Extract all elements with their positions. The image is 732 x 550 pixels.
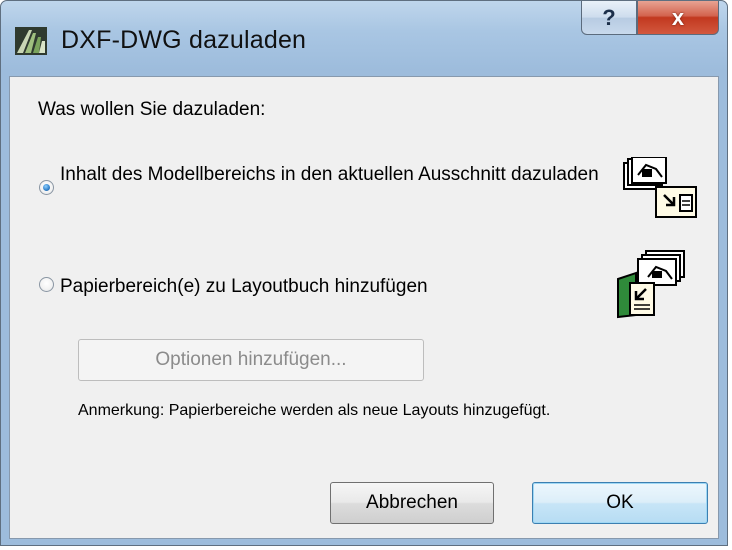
note-text: Anmerkung: Papierbereiche werden als neu… xyxy=(78,402,551,419)
help-button[interactable]: ? xyxy=(581,1,637,35)
paper-space-layout-icon xyxy=(610,249,690,319)
option-model-space-label[interactable]: Inhalt des Modellbereichs in den aktuell… xyxy=(60,163,600,186)
help-icon: ? xyxy=(602,4,616,30)
ok-button[interactable]: OK xyxy=(532,482,708,524)
dialog-body: Was wollen Sie dazuladen: Inhalt des Mod… xyxy=(9,76,719,539)
add-options-button[interactable]: Optionen hinzufügen... xyxy=(78,339,424,381)
close-button[interactable]: x xyxy=(637,1,719,35)
title-bar[interactable]: DXF-DWG dazuladen ? x xyxy=(1,1,727,73)
prompt-text: Was wollen Sie dazuladen: xyxy=(38,99,266,120)
close-icon: x xyxy=(671,4,685,30)
model-space-import-icon xyxy=(622,156,702,227)
radio-paper-space[interactable] xyxy=(39,277,54,292)
window-title: DXF-DWG dazuladen xyxy=(61,26,307,54)
dialog-window: DXF-DWG dazuladen ? x Was wollen Sie daz… xyxy=(0,0,728,546)
cancel-button[interactable]: Abbrechen xyxy=(330,482,494,524)
radio-model-space[interactable] xyxy=(39,180,54,195)
archicad-logo-icon xyxy=(15,27,47,55)
option-paper-space-label[interactable]: Papierbereich(e) zu Layoutbuch hinzufüge… xyxy=(60,275,428,298)
